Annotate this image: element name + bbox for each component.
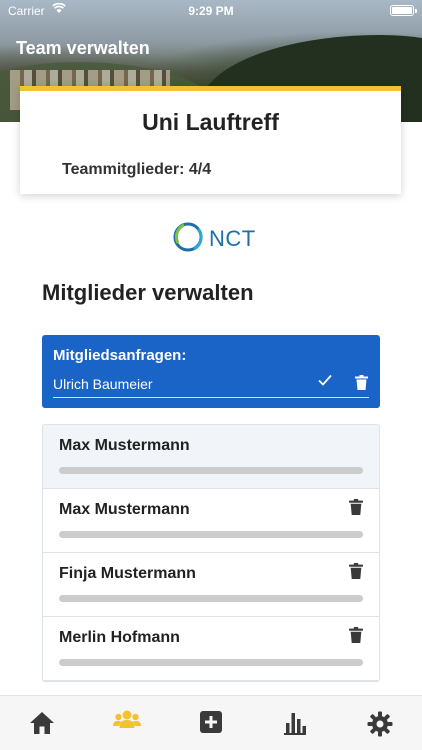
section-heading: Mitglieder verwalten	[42, 280, 254, 305]
member-progress-bar	[59, 659, 363, 666]
team-icon[interactable]	[113, 709, 141, 735]
member-row[interactable]: Merlin Hofmann	[43, 617, 379, 681]
tab-bar	[0, 695, 422, 750]
add-icon[interactable]	[200, 711, 228, 737]
nav-title: Team verwalten	[16, 38, 150, 58]
decline-trash-icon[interactable]	[355, 375, 368, 395]
member-progress-bar	[59, 467, 363, 474]
member-row[interactable]: Finja Mustermann	[43, 553, 379, 617]
home-icon[interactable]	[29, 711, 57, 737]
team-member-count: Teammitglieder: 4/4	[62, 161, 212, 178]
request-name: Ulrich Baumeier	[53, 376, 153, 392]
battery-icon	[390, 5, 417, 16]
member-progress-bar	[59, 531, 363, 538]
nct-ring-icon	[173, 222, 203, 252]
request-divider	[53, 397, 369, 398]
status-bar: Carrier 9:29 PM	[0, 0, 422, 22]
team-card: Uni Lauftreff Teammitglieder: 4/4	[20, 86, 401, 194]
delete-member-trash-icon[interactable]	[349, 563, 363, 584]
member-list: Max Mustermann Max Mustermann Finja Must…	[42, 424, 380, 682]
clock-label: 9:29 PM	[188, 4, 234, 18]
member-name: Max Mustermann	[59, 437, 190, 454]
requests-title: Mitgliedsanfragen:	[53, 347, 187, 364]
member-name: Finja Mustermann	[59, 565, 196, 582]
team-name: Uni Lauftreff	[142, 109, 279, 135]
member-progress-bar	[59, 595, 363, 602]
membership-requests-panel: Mitgliedsanfragen: Ulrich Baumeier	[42, 335, 380, 408]
member-row[interactable]: Max Mustermann	[43, 425, 379, 489]
delete-member-trash-icon[interactable]	[349, 499, 363, 520]
settings-icon[interactable]	[367, 711, 395, 737]
accept-check-icon[interactable]	[318, 373, 332, 391]
member-name: Max Mustermann	[59, 501, 190, 518]
stats-icon[interactable]	[284, 711, 312, 737]
nct-logo: NCT	[172, 220, 256, 254]
member-name: Merlin Hofmann	[59, 629, 180, 646]
delete-member-trash-icon[interactable]	[349, 627, 363, 648]
member-row[interactable]: Max Mustermann	[43, 489, 379, 553]
logo-text: NCT	[209, 226, 256, 251]
